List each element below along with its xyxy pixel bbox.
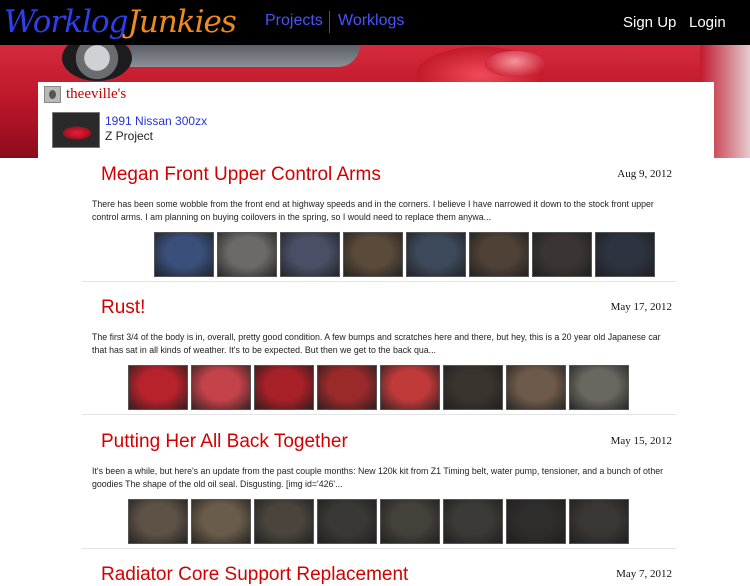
post-date: May 7, 2012	[616, 568, 672, 580]
worklog-post: Megan Front Upper Control Arms Aug 9, 20…	[82, 164, 676, 284]
post-divider	[82, 414, 676, 415]
post-photo-thumbnail[interactable]	[343, 232, 403, 277]
nav-worklogs-link[interactable]: Worklogs	[338, 12, 404, 30]
post-photo-thumbnail[interactable]	[443, 365, 503, 410]
content-panel: theeville's 1991 Nissan 300zx Z Project …	[38, 82, 714, 585]
post-photo-thumbnail[interactable]	[569, 365, 629, 410]
banner-car-light	[485, 51, 545, 77]
post-photo-thumbnail[interactable]	[406, 232, 466, 277]
post-photo-thumbnail[interactable]	[532, 232, 592, 277]
post-photo-thumbnail[interactable]	[317, 365, 377, 410]
project-thumbnail[interactable]	[52, 112, 100, 148]
post-excerpt: It's been a while, but here's an update …	[92, 466, 664, 489]
post-date: May 15, 2012	[610, 435, 672, 447]
post-excerpt: There has been some wobble from the fron…	[92, 199, 654, 222]
owner-name-link[interactable]: theeville's	[66, 86, 126, 103]
post-photo-thumbnail[interactable]	[154, 232, 214, 277]
post-photo-thumbnail[interactable]	[469, 232, 529, 277]
post-photo-thumbnail[interactable]	[254, 499, 314, 544]
logo-junkies: Junkies	[127, 4, 236, 40]
post-photo-thumbnail[interactable]	[380, 365, 440, 410]
login-link[interactable]: Login	[689, 14, 726, 31]
post-photo-thumbnail[interactable]	[128, 365, 188, 410]
project-name-link[interactable]: 1991 Nissan 300zx	[105, 114, 207, 128]
worklog-post: Radiator Core Support Replacement May 7,…	[82, 564, 676, 586]
post-photo-thumbnail[interactable]	[128, 499, 188, 544]
post-photo-thumbnail[interactable]	[443, 499, 503, 544]
post-divider	[82, 548, 676, 549]
post-date: May 17, 2012	[610, 301, 672, 313]
nav-divider	[329, 11, 330, 33]
post-title-link[interactable]: Rust!	[101, 297, 145, 319]
post-photo-thumbnail[interactable]	[569, 499, 629, 544]
post-date: Aug 9, 2012	[617, 168, 672, 180]
post-thumbnail-strip	[154, 232, 655, 277]
post-title-link[interactable]: Radiator Core Support Replacement	[101, 564, 408, 586]
post-photo-thumbnail[interactable]	[191, 365, 251, 410]
post-photo-thumbnail[interactable]	[280, 232, 340, 277]
post-photo-thumbnail[interactable]	[254, 365, 314, 410]
post-photo-thumbnail[interactable]	[506, 499, 566, 544]
logo-worklog: Worklog	[4, 4, 128, 40]
post-thumbnail-strip	[128, 499, 629, 544]
post-photo-thumbnail[interactable]	[380, 499, 440, 544]
post-excerpt: The first 3/4 of the body is in, overall…	[92, 332, 661, 355]
nav-projects-link[interactable]: Projects	[265, 12, 323, 30]
site-logo[interactable]: WorklogJunkies	[4, 3, 237, 41]
post-photo-thumbnail[interactable]	[317, 499, 377, 544]
banner-car-window	[130, 45, 360, 67]
sign-up-link[interactable]: Sign Up	[623, 14, 676, 31]
worklog-post: Rust! May 17, 2012 The first 3/4 of the …	[82, 297, 676, 417]
post-photo-thumbnail[interactable]	[217, 232, 277, 277]
post-photo-thumbnail[interactable]	[595, 232, 655, 277]
owner-avatar[interactable]	[44, 86, 61, 103]
worklog-post: Putting Her All Back Together May 15, 20…	[82, 431, 676, 551]
post-photo-thumbnail[interactable]	[506, 365, 566, 410]
post-photo-thumbnail[interactable]	[191, 499, 251, 544]
post-title-link[interactable]: Megan Front Upper Control Arms	[101, 164, 381, 186]
top-navigation-bar: WorklogJunkies Projects Worklogs Sign Up…	[0, 0, 750, 45]
post-thumbnail-strip	[128, 365, 629, 410]
post-divider	[82, 281, 676, 282]
post-title-link[interactable]: Putting Her All Back Together	[101, 431, 348, 453]
project-subtitle: Z Project	[105, 129, 154, 143]
